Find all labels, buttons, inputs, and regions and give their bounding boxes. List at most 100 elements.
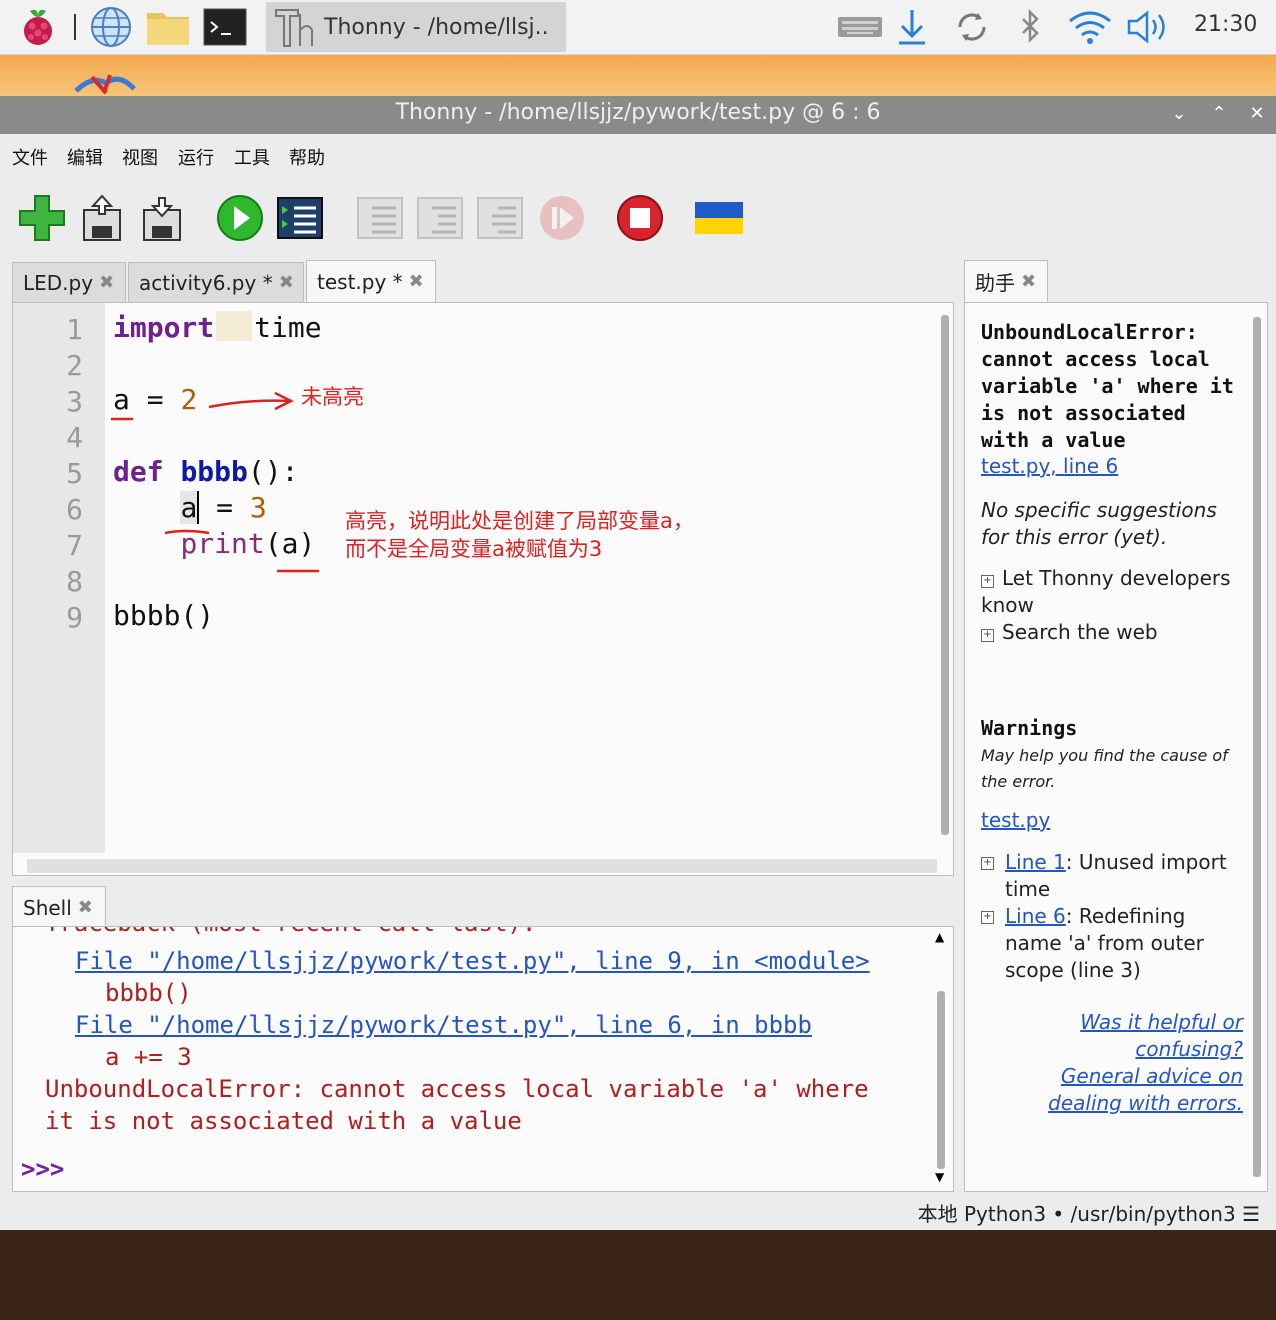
scroll-down-icon[interactable]: ▼: [935, 1171, 947, 1183]
tab-close-icon[interactable]: ✖: [1021, 271, 1036, 292]
desktop-background: [0, 55, 1276, 97]
thonny-window: Thonny - /home/llsjjz/pywork/test.py @ 6…: [0, 96, 1276, 1230]
expand-plus-icon[interactable]: +: [981, 857, 994, 870]
general-advice-link[interactable]: General advice on dealing with errors.: [981, 1063, 1243, 1117]
assistant-scrollbar[interactable]: [1253, 317, 1261, 1177]
shell-scrollbar[interactable]: [937, 991, 945, 1169]
raspberry-menu-icon[interactable]: [16, 6, 60, 48]
shell-file-link[interactable]: File "/home/llsjjz/pywork/test.py", line…: [75, 947, 870, 975]
file-manager-folder-icon[interactable]: [144, 6, 192, 48]
annotation-not-highlighted: 未高亮: [301, 385, 364, 409]
menu-run[interactable]: 运行: [178, 144, 214, 170]
menu-edit[interactable]: 编辑: [67, 144, 103, 170]
resume-icon[interactable]: [538, 194, 586, 242]
run-icon[interactable]: [216, 194, 264, 242]
shell-prompt[interactable]: >>>: [21, 1155, 64, 1183]
step-over-icon[interactable]: [356, 194, 404, 242]
shell-error-message: UnboundLocalError: cannot access local v…: [45, 1075, 869, 1103]
shell-code-line: a += 3: [105, 1043, 192, 1071]
tab-led-py[interactable]: LED.py ✖: [12, 262, 126, 302]
shell-panel[interactable]: Traceback (most recent call last): File …: [12, 926, 954, 1192]
tab-label: test.py *: [317, 269, 403, 294]
tab-test-py[interactable]: test.py * ✖: [306, 260, 436, 302]
maximize-chevron-icon[interactable]: ⌃: [1208, 103, 1230, 125]
window-title: Thonny - /home/llsjjz/pywork/test.py @ 6…: [395, 100, 881, 125]
download-icon[interactable]: [894, 6, 930, 48]
code-editor[interactable]: 1 2 3 4 5 6 7 8 9 import time a = 2 def b…: [12, 302, 954, 876]
expander-let-devs-know[interactable]: + Let Thonny developers know: [981, 565, 1243, 619]
shell-code-line: bbbb(): [105, 979, 192, 1007]
taskbar-thonny-task[interactable]: Thonny - /home/llsj..: [266, 2, 566, 52]
assistant-error-link[interactable]: test.py, line 6: [981, 453, 1243, 480]
step-out-icon[interactable]: [476, 194, 524, 242]
statusbar: 本地 Python3 • /usr/bin/python3 ☰: [0, 1194, 1276, 1230]
ukraine-flag-icon[interactable]: [694, 194, 743, 242]
warning-item: + Line 1: Unused import time: [981, 849, 1243, 903]
shell-file-link[interactable]: File "/home/llsjjz/pywork/test.py", line…: [75, 1011, 812, 1039]
expand-plus-icon[interactable]: +: [981, 911, 994, 924]
tab-label: Shell: [23, 895, 72, 920]
volume-icon[interactable]: [1124, 6, 1176, 48]
sync-icon[interactable]: [950, 6, 994, 48]
tab-close-icon[interactable]: ✖: [99, 272, 114, 293]
terminal-icon[interactable]: [202, 6, 248, 48]
stop-icon[interactable]: [616, 194, 664, 242]
thonny-logo-icon: [274, 6, 314, 52]
close-window-icon[interactable]: ✕: [1246, 103, 1268, 125]
step-into-icon[interactable]: [416, 194, 464, 242]
warning-item: + Line 6: Redefining name 'a' from outer …: [981, 903, 1243, 984]
assistant-no-suggestions: No specific suggestions for this error (…: [981, 498, 1217, 549]
menu-help[interactable]: 帮助: [289, 144, 325, 170]
menu-tools[interactable]: 工具: [234, 144, 270, 170]
save-file-icon[interactable]: [140, 194, 188, 242]
menu-view[interactable]: 视图: [122, 144, 158, 170]
tab-assistant[interactable]: 助手 ✖: [964, 260, 1048, 302]
tab-label: 助手: [975, 271, 1015, 295]
wifi-icon[interactable]: [1066, 6, 1114, 48]
browser-globe-icon[interactable]: [88, 6, 134, 48]
tab-shell[interactable]: Shell ✖: [12, 886, 106, 928]
tab-label: LED.py: [23, 270, 94, 295]
annotation-highlighted-line2: 而不是全局变量a被赋值为3: [345, 537, 603, 561]
assistant-panel: UnboundLocalError: cannot access local v…: [964, 302, 1268, 1192]
editor-horizontal-scrollbar[interactable]: [27, 859, 937, 873]
toolbar: [0, 178, 1276, 262]
tab-activity6-py[interactable]: activity6.py * ✖: [128, 262, 304, 302]
helpful-feedback-link[interactable]: Was it helpful or confusing?: [981, 1009, 1243, 1063]
underline-local-a: [164, 529, 210, 535]
menu-file[interactable]: 文件: [12, 144, 48, 170]
minimize-chevron-icon[interactable]: ⌄: [1168, 103, 1190, 125]
tab-close-icon[interactable]: ✖: [279, 272, 294, 293]
bluetooth-icon[interactable]: [1014, 6, 1048, 48]
scroll-up-icon[interactable]: ▲: [935, 931, 947, 943]
shell-error-message: it is not associated with a value: [45, 1107, 522, 1135]
warnings-subtitle: May help you find the cause of the error…: [981, 746, 1228, 791]
annotation-highlighted-line1: 高亮，说明此处是创建了局部变量a，: [345, 509, 694, 533]
tab-close-icon[interactable]: ✖: [78, 897, 93, 918]
warnings-heading: Warnings: [981, 716, 1078, 740]
assistant-error-title: UnboundLocalError: cannot access local v…: [981, 320, 1234, 452]
interpreter-status[interactable]: 本地 Python3 • /usr/bin/python3 ☰: [918, 1198, 1260, 1227]
expand-plus-icon[interactable]: +: [981, 575, 994, 588]
warnings-file-link[interactable]: test.py: [981, 807, 1243, 834]
shell-traceback-header: Traceback (most recent call last):: [45, 927, 536, 937]
taskbar: Thonny - /home/llsj.. 21:30: [0, 0, 1276, 55]
line-number: 9: [66, 601, 83, 634]
expand-plus-icon[interactable]: +: [981, 629, 994, 642]
tab-close-icon[interactable]: ✖: [409, 271, 424, 292]
taskbar-separator: [74, 14, 76, 40]
open-file-icon[interactable]: [80, 194, 128, 242]
keyboard-icon[interactable]: [836, 6, 884, 48]
desktop-logo-icon: [74, 74, 136, 95]
code-line-9: bbbb(): [113, 599, 215, 632]
clock[interactable]: 21:30: [1194, 12, 1257, 37]
expander-search-web[interactable]: + Search the web: [981, 619, 1243, 646]
debug-icon[interactable]: [276, 194, 324, 242]
menubar: 文件 编辑 视图 运行 工具 帮助: [0, 134, 1276, 178]
taskbar-task-label: Thonny - /home/llsj..: [324, 14, 549, 40]
new-file-icon[interactable]: [18, 194, 66, 242]
arrow-icon: [208, 391, 294, 411]
window-titlebar[interactable]: Thonny - /home/llsjjz/pywork/test.py @ 6…: [0, 96, 1276, 134]
tab-label: activity6.py *: [139, 270, 273, 295]
editor-vertical-scrollbar[interactable]: [941, 315, 949, 835]
